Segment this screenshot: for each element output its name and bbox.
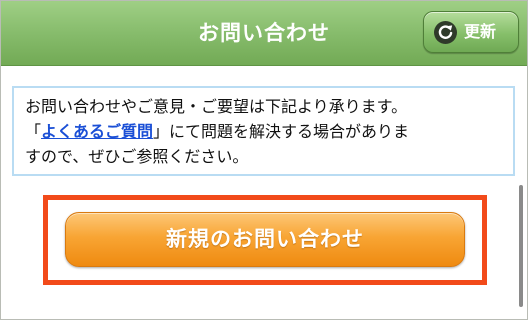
notice-line-3: すので、ぜひご参照ください。 [25, 147, 249, 166]
notice-bracket-open: 「 [25, 122, 42, 141]
faq-link[interactable]: よくあるご質問 [41, 122, 153, 141]
refresh-icon [434, 21, 457, 44]
notice-box: お問い合わせやご意見・ご要望は下記より承ります。 「よくあるご質問」にて問題を解… [12, 86, 515, 176]
refresh-button[interactable]: 更新 [423, 11, 519, 53]
new-inquiry-label: 新規のお問い合わせ [166, 227, 364, 251]
new-inquiry-button[interactable]: 新規のお問い合わせ [65, 212, 465, 267]
notice-line-2: 」にて問題を解決する場合がありま [153, 122, 410, 141]
notice-line-1: お問い合わせやご意見・ご要望は下記より承ります。 [25, 97, 408, 116]
refresh-label: 更新 [464, 22, 497, 41]
scrollbar-thumb[interactable] [519, 185, 523, 307]
notice-text: お問い合わせやご意見・ご要望は下記より承ります。 「よくあるご質問」にて問題を解… [25, 94, 509, 169]
header-bar: お問い合わせ 更新 [1, 1, 527, 66]
app-frame: お問い合わせ 更新 お問い合わせやご意見・ご要望は下記より承ります。 「よくある… [0, 0, 528, 320]
